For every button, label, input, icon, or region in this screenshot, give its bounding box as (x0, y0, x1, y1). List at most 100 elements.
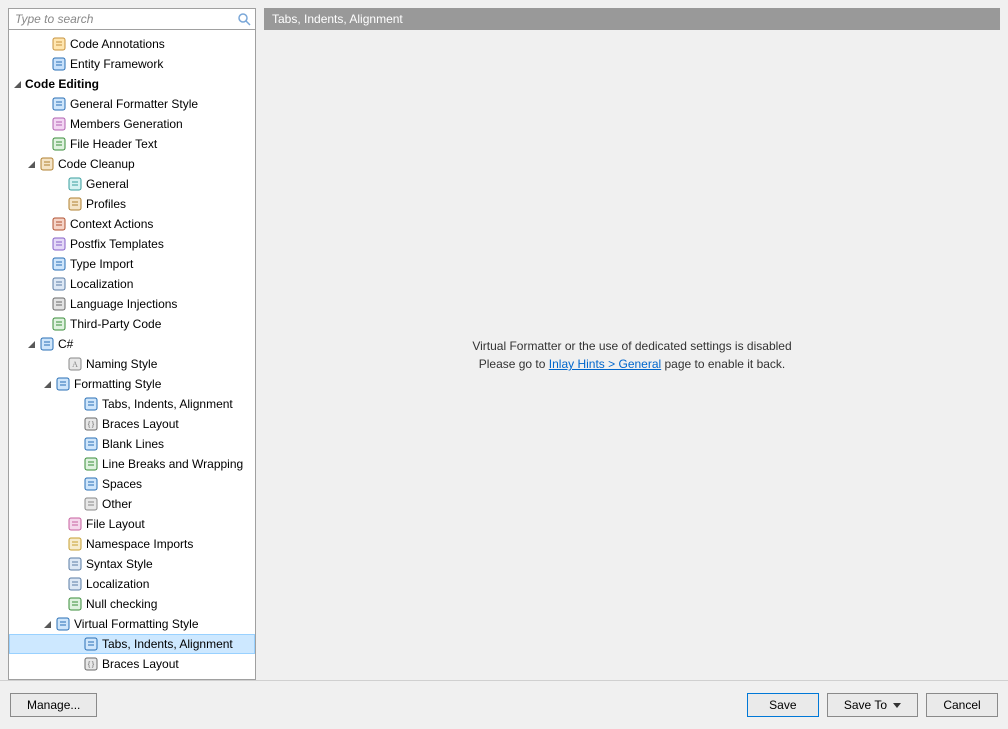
formatter-icon (51, 96, 67, 112)
tree-item-braces-layout[interactable]: {}Braces Layout (9, 414, 255, 434)
expand-toggle[interactable] (43, 380, 55, 389)
formatter-icon (55, 616, 71, 632)
panel-body: Virtual Formatter or the use of dedicate… (264, 30, 1000, 680)
tree-item-line-breaks-and-wrapping[interactable]: Line Breaks and Wrapping (9, 454, 255, 474)
tree-item-label: Postfix Templates (70, 237, 164, 251)
bottom-bar: Manage... Save Save To Cancel (0, 680, 1008, 729)
chevron-down-icon (893, 703, 901, 708)
naming-icon: A (67, 356, 83, 372)
tree-item-label: Blank Lines (102, 437, 164, 451)
import-icon (51, 256, 67, 272)
tree-item-naming-style[interactable]: A Naming Style (9, 354, 255, 374)
tree-item-code-annotations[interactable]: Code Annotations (9, 34, 255, 54)
tabs-icon (83, 636, 99, 652)
expand-toggle[interactable] (43, 620, 55, 629)
tree-item-label: Code Annotations (70, 37, 165, 51)
expand-toggle[interactable] (27, 340, 39, 349)
tree-item-label: Namespace Imports (86, 537, 193, 551)
tree-item-label: Tabs, Indents, Alignment (102, 637, 233, 651)
tree-item-label: File Layout (86, 517, 145, 531)
panel-message: Virtual Formatter or the use of dedicate… (472, 337, 791, 373)
expand-toggle[interactable] (13, 80, 25, 89)
localization-icon (51, 276, 67, 292)
panel-message-prefix: Please go to (479, 357, 549, 371)
svg-text:{}: {} (87, 420, 95, 429)
manage-button[interactable]: Manage... (10, 693, 97, 717)
tree-item-label: Naming Style (86, 357, 157, 371)
tree-item-file-layout[interactable]: File Layout (9, 514, 255, 534)
tree-item-label: Localization (86, 577, 149, 591)
profiles-icon (67, 196, 83, 212)
tree-item-tabs-indents-alignment[interactable]: Tabs, Indents, Alignment (9, 634, 255, 654)
context-icon (51, 216, 67, 232)
tree-item-code-cleanup[interactable]: Code Cleanup (9, 154, 255, 174)
tree-item-general-formatter-style[interactable]: General Formatter Style (9, 94, 255, 114)
tree-item-general[interactable]: General (9, 174, 255, 194)
tree-item-label: Formatting Style (74, 377, 161, 391)
tree-item-label: Language Injections (70, 297, 177, 311)
general-icon (67, 176, 83, 192)
blanklines-icon (83, 436, 99, 452)
tree-item-syntax-style[interactable]: Syntax Style (9, 554, 255, 574)
panel-title-text: Tabs, Indents, Alignment (272, 12, 403, 26)
save-to-button[interactable]: Save To (827, 693, 918, 717)
tree-item-spaces[interactable]: Spaces (9, 474, 255, 494)
search-icon[interactable] (237, 12, 251, 26)
tree-item-label: Localization (70, 277, 133, 291)
syntax-icon (67, 556, 83, 572)
tree-item-namespace-imports[interactable]: Namespace Imports (9, 534, 255, 554)
tree-item-label: Spaces (102, 477, 142, 491)
search-box (8, 8, 256, 30)
tree-item-postfix-templates[interactable]: Postfix Templates (9, 234, 255, 254)
tree-item-label: File Header Text (70, 137, 157, 151)
tree-item-label: C# (58, 337, 73, 351)
tree-item-braces-layout[interactable]: {}Braces Layout (9, 654, 255, 674)
tree-item-members-generation[interactable]: Members Generation (9, 114, 255, 134)
sidebar: Code Annotations Entity Framework Code Edi… (8, 8, 256, 680)
annotations-icon (51, 36, 67, 52)
tree-item-localization[interactable]: Localization (9, 274, 255, 294)
thirdparty-icon (51, 316, 67, 332)
tree-item-blank-lines[interactable]: Blank Lines (9, 434, 255, 454)
panel-message-line1: Virtual Formatter or the use of dedicate… (472, 337, 791, 355)
tree-item-label: Syntax Style (86, 557, 153, 571)
content-panel: Tabs, Indents, Alignment Virtual Formatt… (264, 8, 1000, 680)
entity-icon (51, 56, 67, 72)
save-button[interactable]: Save (747, 693, 819, 717)
svg-text:A: A (72, 360, 78, 369)
tree-item-label: Virtual Formatting Style (74, 617, 199, 631)
tree-item-formatting-style[interactable]: Formatting Style (9, 374, 255, 394)
tree-item-tabs-indents-alignment[interactable]: Tabs, Indents, Alignment (9, 394, 255, 414)
tree-item-code-editing[interactable]: Code Editing (9, 74, 255, 94)
tree-item-label: Entity Framework (70, 57, 163, 71)
tree-item-profiles[interactable]: Profiles (9, 194, 255, 214)
tree-item-context-actions[interactable]: Context Actions (9, 214, 255, 234)
tree-item-third-party-code[interactable]: Third-Party Code (9, 314, 255, 334)
expand-toggle[interactable] (27, 160, 39, 169)
search-input[interactable] (13, 11, 237, 27)
cancel-button[interactable]: Cancel (926, 693, 998, 717)
tree-item-c[interactable]: C# (9, 334, 255, 354)
spaces-icon (83, 476, 99, 492)
tree-item-virtual-formatting-style[interactable]: Virtual Formatting Style (9, 614, 255, 634)
braces-icon: {} (83, 416, 99, 432)
tree-item-type-import[interactable]: Type Import (9, 254, 255, 274)
tree-item-label: General (86, 177, 129, 191)
localization-icon (67, 576, 83, 592)
linebreaks-icon (83, 456, 99, 472)
inlay-hints-link[interactable]: Inlay Hints > General (549, 357, 661, 371)
tree-item-entity-framework[interactable]: Entity Framework (9, 54, 255, 74)
panel-message-line2: Please go to Inlay Hints > General page … (472, 355, 791, 373)
tree-item-other[interactable]: Other (9, 494, 255, 514)
tree-item-label: Braces Layout (102, 657, 179, 671)
file-header-icon (51, 136, 67, 152)
null-icon (67, 596, 83, 612)
tree-item-label: Code Editing (25, 77, 99, 91)
tree-item-file-header-text[interactable]: File Header Text (9, 134, 255, 154)
tree-item-language-injections[interactable]: Language Injections (9, 294, 255, 314)
nsimports-icon (67, 536, 83, 552)
tree-item-localization[interactable]: Localization (9, 574, 255, 594)
cleanup-icon (39, 156, 55, 172)
tree-item-null-checking[interactable]: Null checking (9, 594, 255, 614)
tree-scroll[interactable]: Code Annotations Entity Framework Code Edi… (8, 30, 256, 680)
